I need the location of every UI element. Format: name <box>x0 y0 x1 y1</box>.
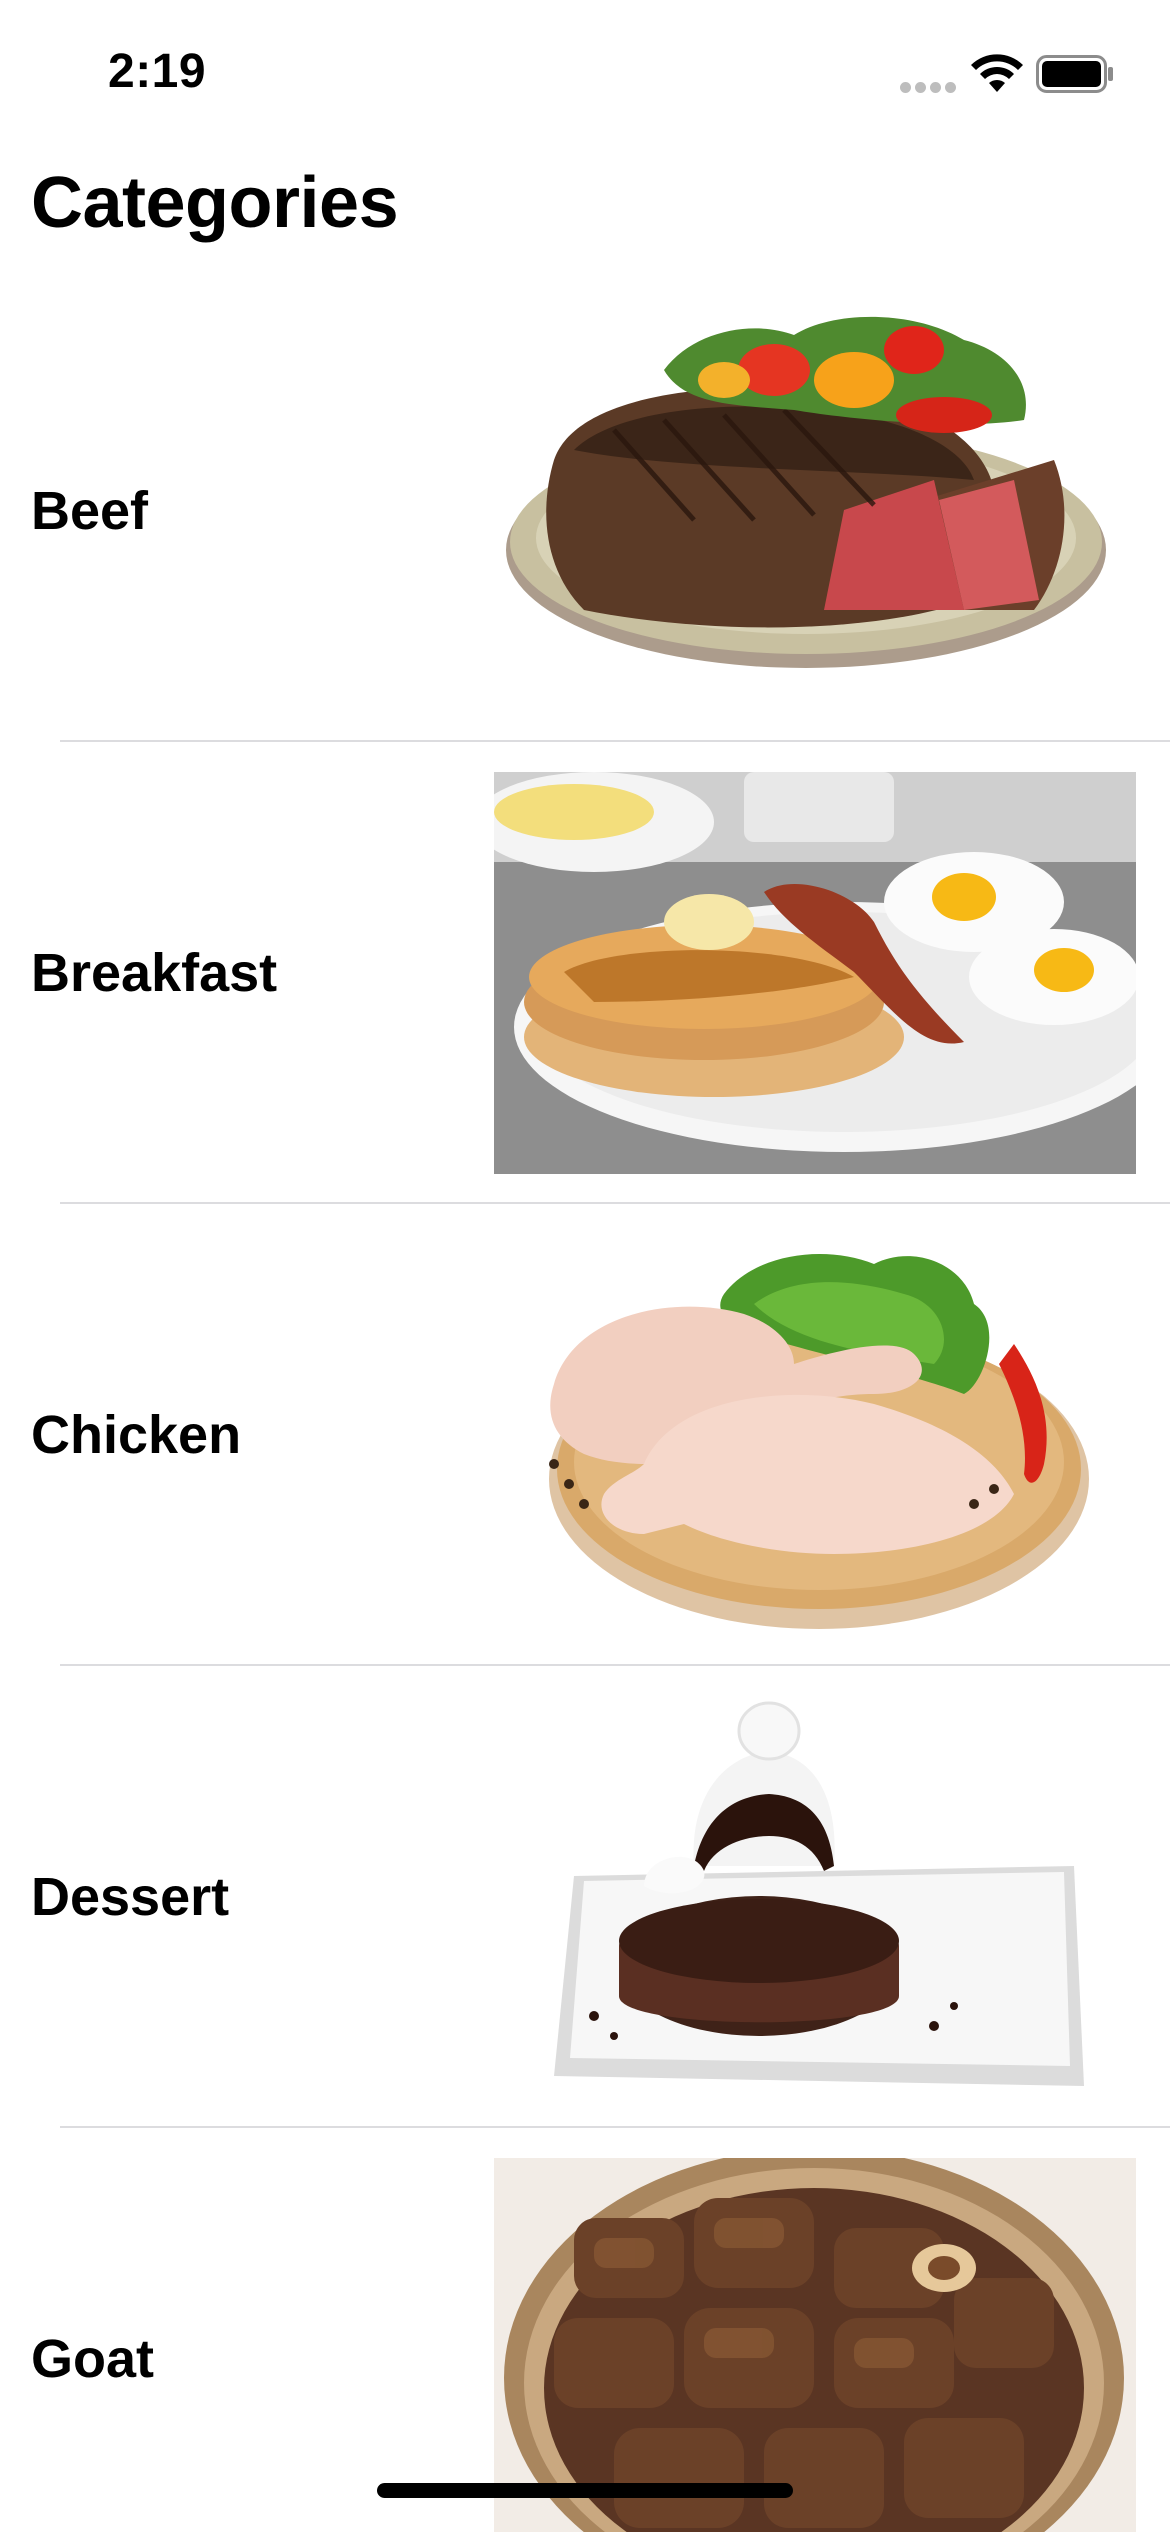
category-label: Goat <box>31 2329 155 2389</box>
category-label: Dessert <box>31 1867 230 1927</box>
category-row-chicken[interactable]: Chicken <box>0 1204 1170 1666</box>
status-bar: 2:19 <box>0 0 1170 140</box>
goat-stew-bowl-image <box>494 2158 1136 2532</box>
wifi-icon <box>971 54 1023 92</box>
category-label: Breakfast <box>31 943 278 1003</box>
category-row-dessert[interactable]: Dessert <box>0 1666 1170 2128</box>
steak-plate-image <box>506 316 1106 668</box>
category-label: Beef <box>31 481 149 541</box>
page-title: Categories <box>31 163 399 243</box>
chocolate-brownie-dessert-image <box>554 1701 1084 2086</box>
pancakes-eggs-bacon-image <box>494 772 1136 1174</box>
home-indicator[interactable] <box>377 2483 793 2498</box>
status-time: 2:19 <box>108 45 207 98</box>
category-label: Chicken <box>31 1405 242 1465</box>
category-row-breakfast[interactable]: Breakfast <box>0 742 1170 1204</box>
raw-chicken-board-image <box>549 1254 1089 1629</box>
category-row-goat[interactable]: Goat <box>0 2128 1170 2532</box>
category-row-beef[interactable]: Beef <box>0 280 1170 742</box>
app-screen: 2:19 Categories Beef Breakfast Chicken D… <box>0 0 1170 2532</box>
category-list: Beef Breakfast Chicken Dessert Goat <box>0 280 1170 2532</box>
signal-dots-icon <box>900 82 956 94</box>
battery-icon <box>1036 55 1113 93</box>
